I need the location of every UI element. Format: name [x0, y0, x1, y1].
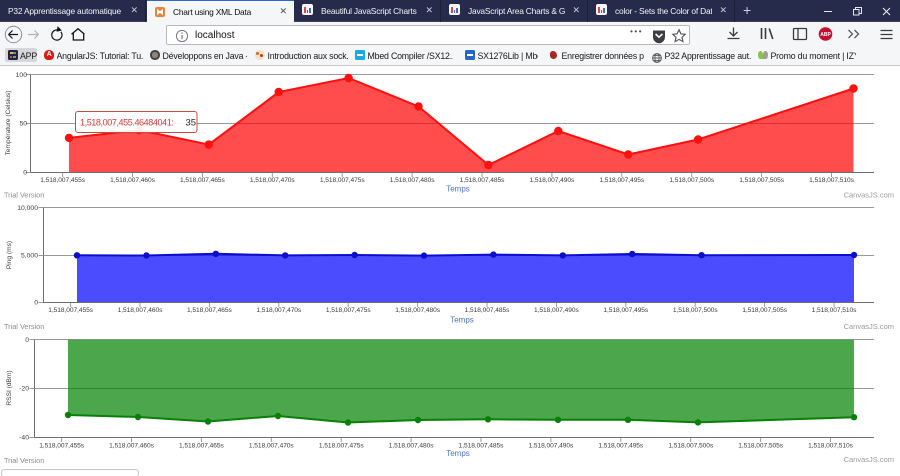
svg-text:1,518,007,470s: 1,518,007,470s [250, 177, 296, 184]
svg-text:Température (Celsius): Température (Celsius) [5, 91, 12, 156]
svg-text:1,518,007,455s: 1,518,007,455s [39, 443, 85, 450]
svg-text:1,518,007,465s: 1,518,007,465s [179, 443, 225, 450]
svg-text:RSSI (dBm): RSSI (dBm) [6, 370, 13, 405]
svg-text:1,518,007,490s: 1,518,007,490s [529, 443, 575, 450]
svg-text:1,518,007,495s: 1,518,007,495s [603, 307, 649, 314]
svg-text:Trial Version: Trial Version [4, 456, 44, 465]
svg-text:Temps: Temps [446, 449, 470, 458]
svg-text:1,518,007,510s: 1,518,007,510s [808, 443, 854, 450]
svg-text:1,518,007,495s: 1,518,007,495s [599, 177, 645, 184]
svg-text:1,518,007,475s: 1,518,007,475s [326, 307, 372, 314]
svg-text:1,518,007,500s: 1,518,007,500s [669, 177, 715, 184]
svg-text:Temps: Temps [446, 185, 470, 194]
svg-text:1,518,007,475s: 1,518,007,475s [319, 443, 365, 450]
svg-text:1,518,007,465s: 1,518,007,465s [180, 177, 226, 184]
svg-text:1,518,007,505s: 1,518,007,505s [738, 443, 784, 450]
svg-text:1,518,007,490s: 1,518,007,490s [534, 307, 580, 314]
svg-text:100: 100 [16, 72, 28, 79]
svg-text:1,518,007,480s: 1,518,007,480s [395, 307, 441, 314]
svg-text:0: 0 [34, 300, 38, 307]
svg-text:CanvasJS.com: CanvasJS.com [844, 322, 894, 331]
svg-text:0: 0 [23, 169, 27, 176]
svg-text:CanvasJS.com: CanvasJS.com [844, 191, 894, 200]
svg-text:1,518,007,490s: 1,518,007,490s [530, 177, 576, 184]
svg-text:1,518,007,465s: 1,518,007,465s [187, 307, 233, 314]
svg-text:1,518,007,510s: 1,518,007,510s [812, 307, 858, 314]
svg-text:ABP: ABP [820, 32, 831, 38]
svg-text:1,518,007,475s: 1,518,007,475s [320, 177, 366, 184]
svg-text:-20: -20 [19, 385, 29, 392]
svg-text:Trial Version: Trial Version [4, 322, 44, 331]
svg-text:1,518,007,510s: 1,518,007,510s [809, 177, 855, 184]
svg-text:1,518,007,455.46484041:: 1,518,007,455.46484041: [80, 118, 173, 128]
svg-text:1,518,007,500s: 1,518,007,500s [668, 443, 714, 450]
svg-text:1,518,007,500s: 1,518,007,500s [673, 307, 719, 314]
svg-text:5,000: 5,000 [21, 252, 38, 259]
svg-text:1,518,007,470s: 1,518,007,470s [249, 443, 295, 450]
svg-text:1,518,007,455s: 1,518,007,455s [48, 307, 94, 314]
svg-text:1,518,007,485s: 1,518,007,485s [465, 307, 511, 314]
svg-text:50: 50 [19, 121, 27, 128]
svg-text:1,518,007,495s: 1,518,007,495s [598, 443, 644, 450]
svg-text:Temps: Temps [450, 316, 474, 325]
svg-text:35: 35 [186, 118, 197, 129]
svg-text:1,518,007,470s: 1,518,007,470s [256, 307, 302, 314]
svg-text:1,518,007,485s: 1,518,007,485s [460, 177, 506, 184]
svg-text:1,518,007,480s: 1,518,007,480s [389, 443, 435, 450]
svg-text:1,518,007,505s: 1,518,007,505s [742, 307, 788, 314]
svg-text:1,518,007,480s: 1,518,007,480s [390, 177, 436, 184]
svg-text:1,518,007,505s: 1,518,007,505s [739, 177, 785, 184]
svg-text:1,518,007,460s: 1,518,007,460s [110, 177, 156, 184]
svg-text:-40: -40 [19, 434, 29, 441]
svg-text:Trial Version: Trial Version [4, 191, 44, 200]
svg-text:1,518,007,460s: 1,518,007,460s [109, 443, 155, 450]
svg-text:1,518,007,460s: 1,518,007,460s [118, 307, 164, 314]
svg-text:1,518,007,455s: 1,518,007,455s [40, 177, 86, 184]
svg-text:Ping (ms): Ping (ms) [6, 241, 13, 269]
svg-text:0: 0 [25, 337, 29, 344]
svg-text:10,000: 10,000 [17, 205, 38, 212]
svg-text:CanvasJS.com: CanvasJS.com [844, 455, 894, 464]
